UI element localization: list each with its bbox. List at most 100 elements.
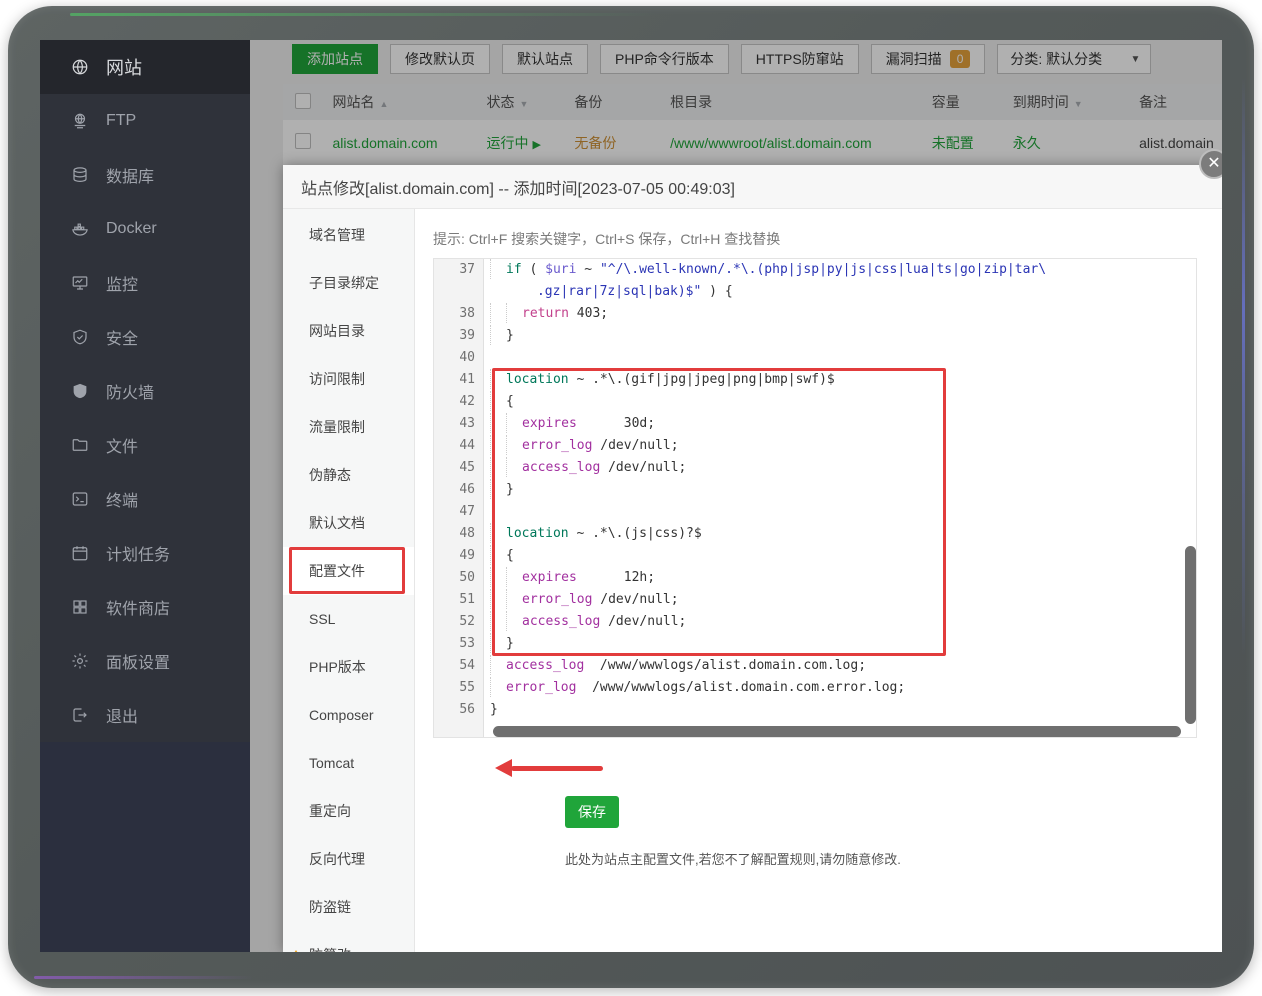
sidebar-item-计划任务[interactable]: 计划任务 [40,526,250,580]
indent-guide [490,391,506,411]
line-number: 47 [434,501,483,523]
line-content: { [483,545,1196,567]
code-line-54: 54access_log /www/wwwlogs/alist.domain.c… [434,655,1196,677]
modal-tab-label: PHP版本 [309,657,366,677]
modal-tab-配置文件[interactable]: 配置文件 [283,547,415,595]
modal-tab-label: 防篡改 [309,945,351,952]
line-content: expires 30d; [483,413,1196,435]
modal-tab-网站目录[interactable]: 网站目录 [283,307,414,355]
code-line-52: 52access_log /dev/null; [434,611,1196,633]
sidebar-item-监控[interactable]: 监控 [40,256,250,310]
save-button[interactable]: 保存 [565,796,619,828]
sidebar-item-label: 面板设置 [106,649,170,673]
line-content: } [483,699,1196,721]
token-plain: ( [522,262,545,277]
token-plain: ~ [576,262,599,277]
token-plain: { [506,548,514,563]
code-line-42: 42{ [434,391,1196,413]
code-line-39: 39} [434,325,1196,347]
editor-horizontal-scrollbar[interactable] [493,726,1181,737]
line-content: return 403; [483,303,1196,325]
token-str: .gz|rar|7z|sql|bak)$" [537,284,701,299]
modal-tab-访问限制[interactable]: 访问限制 [283,355,414,403]
modal-tab-label: 访问限制 [309,369,365,389]
sidebar-item-软件商店[interactable]: 软件商店 [40,580,250,634]
database-icon [70,165,90,185]
modal-tab-默认文档[interactable]: 默认文档 [283,499,414,547]
token-dir: access_log [522,460,600,475]
sidebar-item-安全[interactable]: 安全 [40,310,250,364]
editor-lines: 37if ( $uri ~ "^/\.well-known/.*\.(php|j… [434,259,1196,721]
indent-guide [490,611,506,631]
sidebar-item-防火墙[interactable]: 防火墙 [40,364,250,418]
indent-guide [506,413,522,433]
token-dir: error_log [522,592,592,607]
indent-guide [490,479,506,499]
sidebar-item-文件[interactable]: 文件 [40,418,250,472]
modal-tab-label: 流量限制 [309,417,365,437]
close-icon[interactable]: ✕ [1199,149,1222,179]
modal-tab-重定向[interactable]: 重定向 [283,787,414,835]
modal-tab-PHP版本[interactable]: PHP版本 [283,643,414,691]
globe-icon [70,57,90,77]
code-line-53: 53} [434,633,1196,655]
modal-tab-防盗链[interactable]: 防盗链 [283,883,414,931]
indent-guide [490,655,506,675]
token-kw: if [506,262,522,277]
sidebar-item-label: 终端 [106,487,138,511]
modal-tab-Composer[interactable]: Composer [283,691,414,739]
line-number: 55 [434,677,483,699]
indent-guide [506,567,522,587]
line-content [483,501,1196,523]
line-content: access_log /dev/null; [483,457,1196,479]
docker-icon [70,219,90,239]
folder-icon [70,435,90,455]
sidebar-item-Docker[interactable]: Docker [40,202,250,256]
line-number: 41 [434,369,483,391]
line-content: expires 12h; [483,567,1196,589]
modal-tab-子目录绑定[interactable]: 子目录绑定 [283,259,414,307]
modal-tab-label: 反向代理 [309,849,365,869]
monitor-icon [70,273,90,293]
modal-tab-防篡改[interactable]: 防篡改 [283,931,414,952]
sidebar-item-终端[interactable]: 终端 [40,472,250,526]
token-plain: ) { [701,284,732,299]
token-plain: ~ .*\.(js|css)?$ [569,526,702,541]
line-number: 46 [434,479,483,501]
editor-vertical-scrollbar[interactable] [1185,546,1196,724]
indent-guide [490,413,506,433]
modal-tab-label: SSL [309,611,335,627]
token-dir: error_log [522,438,592,453]
token-plain: 403; [569,306,608,321]
indent-guide [506,457,522,477]
sidebar-item-label: 防火墙 [106,379,154,403]
sidebar-item-面板设置[interactable]: 面板设置 [40,634,250,688]
site-edit-modal: 站点修改[alist.domain.com] -- 添加时间[2023-07-0… [283,165,1222,952]
sidebar-item-数据库[interactable]: 数据库 [40,148,250,202]
code-line-55: 55error_log /www/wwwlogs/alist.domain.co… [434,677,1196,699]
indent-guide [490,523,506,543]
indent-guide [490,677,506,697]
firewall-icon [70,381,90,401]
modal-tab-伪静态[interactable]: 伪静态 [283,451,414,499]
modal-tab-域名管理[interactable]: 域名管理 [283,211,414,259]
sidebar-item-退出[interactable]: 退出 [40,688,250,742]
token-plain: } [506,482,514,497]
sidebar-item-label: 安全 [106,325,138,349]
modal-tab-SSL[interactable]: SSL [283,595,414,643]
sidebar-item-网站[interactable]: 网站 [40,40,250,94]
modal-tab-流量限制[interactable]: 流量限制 [283,403,414,451]
modal-tab-反向代理[interactable]: 反向代理 [283,835,414,883]
line-content [483,347,1196,369]
line-content: if ( $uri ~ "^/\.well-known/.*\.(php|jsp… [483,259,1196,303]
terminal-icon [70,489,90,509]
code-line-51: 51error_log /dev/null; [434,589,1196,611]
config-code-editor[interactable]: 37if ( $uri ~ "^/\.well-known/.*\.(php|j… [433,258,1197,738]
sidebar-item-FTP[interactable]: FTP [40,94,250,148]
line-number: 45 [434,457,483,479]
indent-guide [490,325,506,345]
line-number: 44 [434,435,483,457]
modal-tab-Tomcat[interactable]: Tomcat [283,739,414,787]
token-plain: /dev/null; [592,592,678,607]
sidebar-item-label: 监控 [106,271,138,295]
